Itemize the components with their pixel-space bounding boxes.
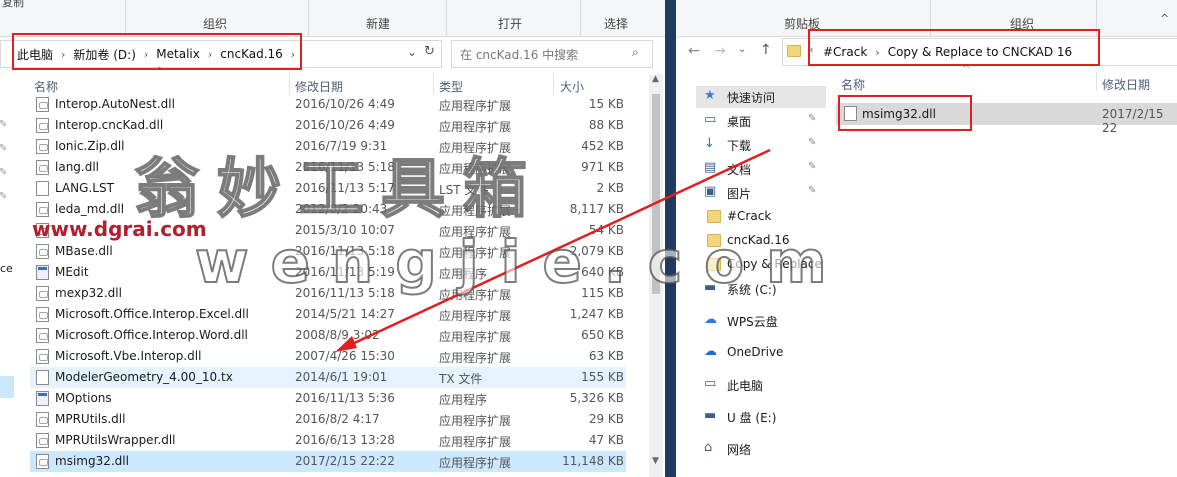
arrow-head: [335, 336, 357, 352]
watermark-english: wengjie.com: [194, 227, 849, 297]
watermark-url: www.dgrai.com: [32, 217, 207, 241]
